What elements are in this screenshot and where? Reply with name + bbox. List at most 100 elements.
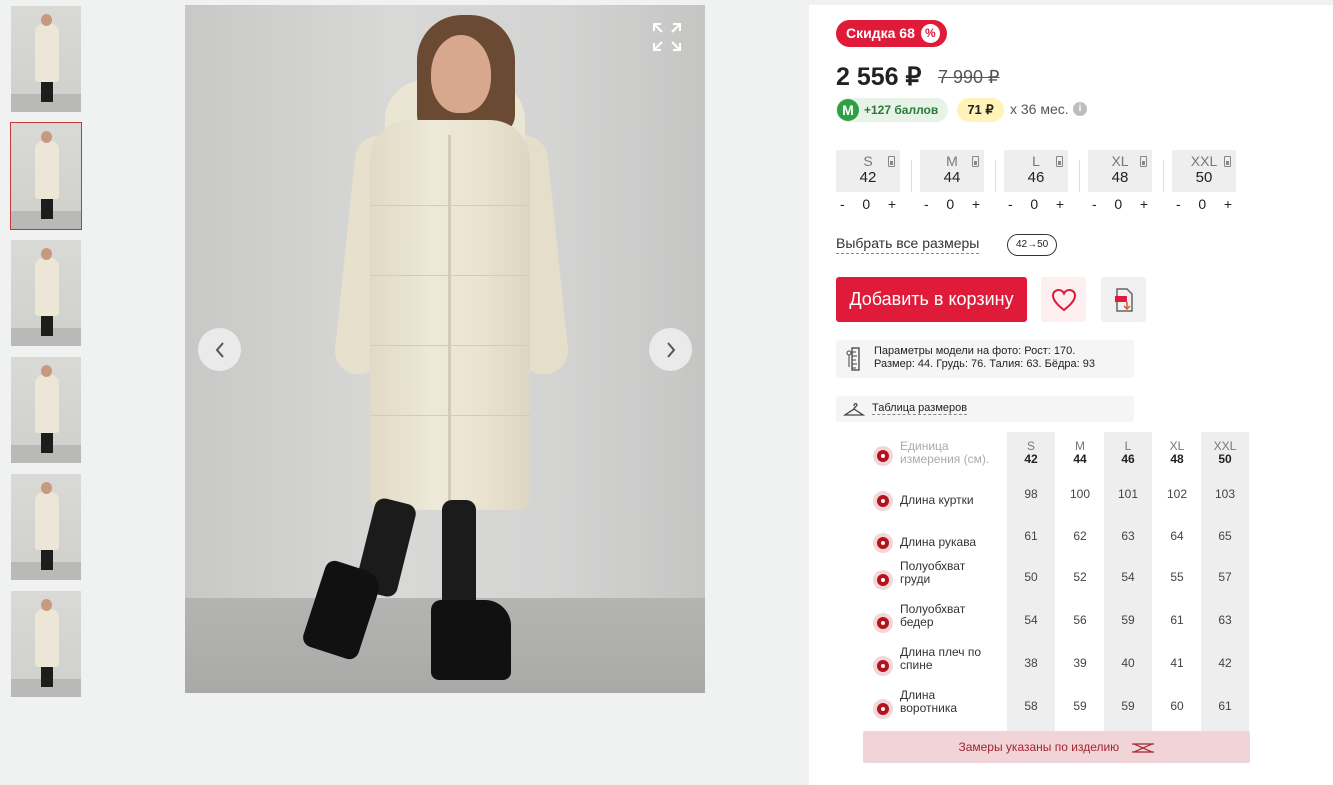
model-params-line2: Размер: 44. Грудь: 76. Талия: 63. Бёдра:… [874,358,1096,370]
discount-badge: Скидка 68 % [836,20,947,47]
measure-value: 52 [1073,570,1087,584]
increase-button[interactable]: + [972,196,980,212]
measure-value: 62 [1073,529,1087,543]
size-column-header: XXL 50 [1213,439,1237,466]
select-all-sizes-link[interactable]: Выбрать все размеры [836,235,980,254]
measure-value: 63 [1218,613,1232,627]
measure-value: 42 [1218,656,1232,670]
quantity-value: 0 [1030,196,1039,212]
thumbnail-2[interactable] [10,122,82,230]
measure-value: 54 [1024,613,1038,627]
measure-value: 98 [1024,487,1038,501]
quantity-stepper: - 0 + [1004,192,1068,216]
measure-value: 54 [1121,570,1135,584]
add-to-cart-button[interactable]: Добавить в корзину [836,277,1027,322]
model-params-line1: Параметры модели на фото: Рост: 170. [874,345,1076,357]
measure-value: 61 [1024,529,1038,543]
measure-value: 41 [1170,656,1184,670]
size-option-l[interactable]: L 46-0 + [1004,150,1080,216]
measure-dot-icon[interactable] [873,656,893,676]
measure-dot-icon [873,446,893,466]
bonus-points-badge: М +127 баллов [836,98,948,122]
size-column-header: M 44 [1073,439,1087,466]
current-price: 2 556 ₽ [836,63,922,91]
favorite-button[interactable] [1041,277,1086,322]
increase-button[interactable]: + [1224,196,1232,212]
percent-icon: % [920,24,940,43]
measure-value: 40 [1121,656,1135,670]
thumbnail-list [10,6,82,708]
download-pdf-button[interactable] [1101,277,1146,322]
decrease-button[interactable]: - [1008,196,1013,212]
quantity-value: 0 [946,196,955,212]
measure-dot-icon[interactable] [873,613,893,633]
thumbnail-4[interactable] [11,357,81,463]
stock-level-icon [888,156,895,167]
bonus-logo-icon: М [837,99,859,121]
size-number: 42 [859,169,877,186]
gallery-next-button[interactable] [649,328,692,371]
decrease-button[interactable]: - [1092,196,1097,212]
increase-button[interactable]: + [888,196,896,212]
info-icon[interactable]: i [1073,102,1087,116]
measure-name: Полуобхват бедер [900,602,966,629]
size-number: 46 [1027,169,1045,186]
increase-button[interactable]: + [1140,196,1148,212]
measure-value: 59 [1121,613,1135,627]
size-number: 48 [1111,169,1129,186]
decrease-button[interactable]: - [924,196,929,212]
quantity-stepper: - 0 + [1088,192,1152,216]
stock-level-icon [1224,156,1231,167]
measure-dot-icon[interactable] [873,699,893,719]
stock-level-icon [1056,156,1063,167]
measure-value: 103 [1214,487,1236,501]
increase-button[interactable]: + [1056,196,1064,212]
measure-dot-icon[interactable] [873,533,893,553]
measure-value: 100 [1069,487,1091,501]
size-option-xl[interactable]: XL 48-0 + [1088,150,1164,216]
measure-value: 55 [1170,570,1184,584]
quantity-stepper: - 0 + [1172,192,1236,216]
chevron-left-icon [215,341,224,358]
decrease-button[interactable]: - [1176,196,1181,212]
installment-amount: 71 ₽ [957,98,1004,122]
measure-value: 65 [1218,529,1232,543]
expand-icon[interactable] [652,22,682,52]
measure-name: Длина воротника [900,688,958,715]
thumbnail-3[interactable] [11,240,81,346]
measure-value: 101 [1117,487,1139,501]
decrease-button[interactable]: - [840,196,845,212]
quantity-value: 0 [862,196,871,212]
ruler-icon [846,347,860,371]
measure-value: 60 [1170,699,1184,713]
size-number: 44 [943,169,961,186]
size-option-m[interactable]: M 44-0 + [920,150,996,216]
size-column-header: L 46 [1121,439,1135,466]
thumbnail-5[interactable] [11,474,81,580]
main-product-photo[interactable] [185,5,705,693]
measure-dot-icon[interactable] [873,570,893,590]
measure-value: 56 [1073,613,1087,627]
hanger-icon [843,402,865,416]
old-price: 7 990 ₽ [938,67,1000,87]
thumbnail-6[interactable] [11,591,81,697]
measurement-note: Замеры указаны по изделию [863,731,1250,763]
measure-name: Полуобхват груди [900,559,966,586]
model-params-box: Параметры модели на фото: Рост: 170. Раз… [836,340,1134,378]
stock-level-icon [972,156,979,167]
measure-value: 64 [1170,529,1184,543]
measure-name: Длина куртки [900,493,974,507]
size-option-s[interactable]: S 42-0 + [836,150,912,216]
measure-dot-icon[interactable] [873,491,893,511]
gallery-prev-button[interactable] [198,328,241,371]
stock-level-icon [1140,156,1147,167]
thumbnail-1[interactable] [11,6,81,112]
measurement-note-text: Замеры указаны по изделию [958,740,1120,754]
measure-value: 38 [1024,656,1038,670]
measure-value: 57 [1218,570,1232,584]
size-option-xxl[interactable]: XXL 50-0 + [1172,150,1236,216]
discount-label: Скидка 68 [846,25,915,41]
measure-value: 61 [1170,613,1184,627]
size-table-link[interactable]: Таблица размеров [836,396,1134,422]
measure-value: 58 [1024,699,1038,713]
